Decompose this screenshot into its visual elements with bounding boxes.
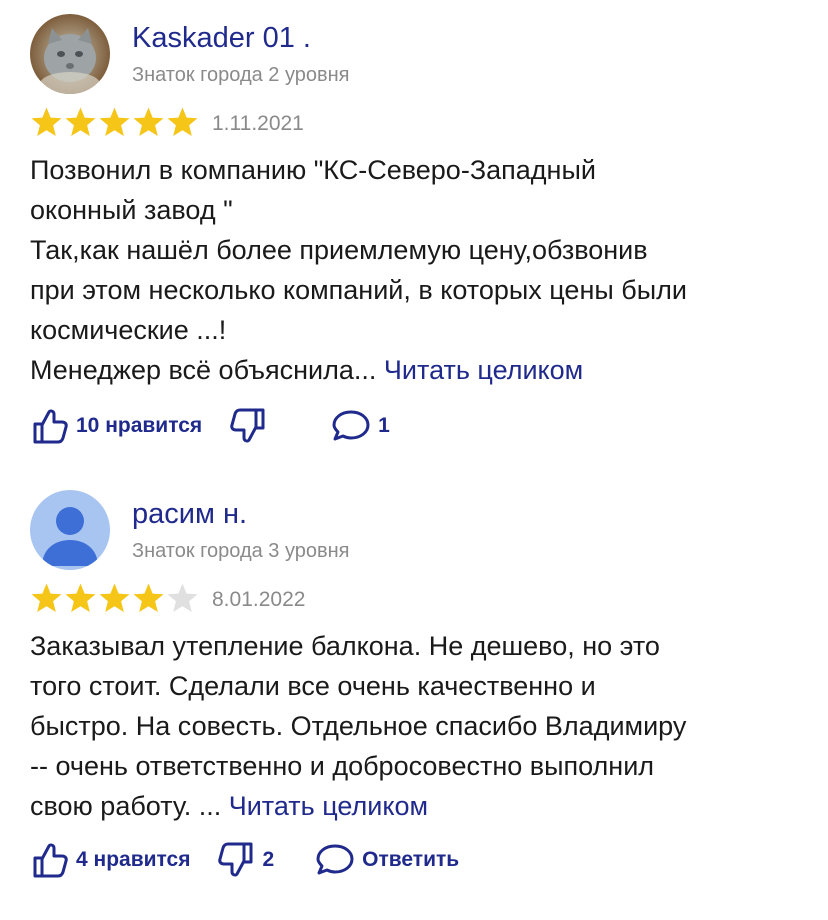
comments-count: 1 — [378, 414, 390, 437]
dislike-button[interactable] — [228, 406, 268, 446]
review-actions: 4 нравится 2 Ответить — [30, 838, 459, 882]
author-level: Знаток города 2 уровня — [132, 64, 350, 86]
thumbs-up-icon — [33, 843, 68, 878]
likes-count: 10 нравится — [76, 414, 203, 437]
review-text-line: Менеджер всё объяснила... Читать целиком — [30, 350, 810, 390]
dislikes-count: 2 — [262, 848, 275, 871]
read-more-link[interactable]: Читать целиком — [384, 355, 583, 385]
review-text-line: быстро. На совесть. Отдельное спасибо Вл… — [30, 711, 687, 741]
comment-bubble-icon — [332, 410, 370, 441]
star-empty-icon — [166, 582, 199, 616]
review-text-line: свою работу. ... Читать целиком — [30, 786, 810, 826]
cat-photo-avatar-icon — [30, 14, 110, 94]
author-name[interactable]: Kaskader 01 . — [132, 22, 311, 55]
star-filled-icon — [30, 582, 63, 616]
reply-label: Ответить — [362, 848, 460, 871]
star-filled-icon — [98, 106, 131, 140]
review-date: 8.01.2022 — [212, 588, 306, 611]
review-text-tail: свою работу. ... — [30, 791, 222, 821]
like-button[interactable]: 4 нравится — [30, 840, 190, 880]
dislike-button[interactable]: 2 — [216, 840, 274, 880]
review-text: Заказывал утепление балкона. Не дешево, … — [30, 626, 810, 826]
star-filled-icon — [132, 106, 165, 140]
avatar[interactable] — [30, 14, 110, 94]
star-filled-icon — [64, 582, 97, 616]
review-actions: 10 нравится 1 — [30, 404, 390, 448]
thumbs-down-icon — [230, 408, 265, 443]
thumbs-up-icon — [33, 409, 68, 444]
star-filled-icon — [30, 106, 63, 140]
review-text-line: того стоит. Сделали все очень качественн… — [30, 671, 596, 701]
reply-button[interactable]: Ответить — [314, 840, 459, 880]
likes-count: 4 нравится — [76, 848, 191, 871]
rating-stars — [30, 582, 199, 618]
rating-stars — [30, 106, 199, 142]
review-text-line: -- очень ответственно и добросовестно вы… — [30, 751, 655, 781]
avatar[interactable] — [30, 490, 110, 570]
read-more-link[interactable]: Читать целиком — [229, 791, 428, 821]
star-filled-icon — [98, 582, 131, 616]
comment-button[interactable]: 1 — [330, 406, 390, 446]
review-text-line: Заказывал утепление балкона. Не дешево, … — [30, 631, 660, 661]
star-filled-icon — [64, 106, 97, 140]
review-date: 1.11.2021 — [212, 112, 304, 135]
star-filled-icon — [166, 106, 199, 140]
review-text-line: Так,как нашёл более приемлемую цену,обзв… — [30, 235, 648, 265]
comment-bubble-icon — [316, 844, 354, 875]
author-name[interactable]: расим н. — [132, 498, 247, 531]
author-level: Знаток города 3 уровня — [132, 540, 350, 562]
like-button[interactable]: 10 нравится — [30, 406, 202, 446]
star-filled-icon — [132, 582, 165, 616]
user-silhouette-avatar-icon — [30, 490, 110, 570]
review-text-line: при этом несколько компаний, в которых ц… — [30, 275, 687, 305]
review-text-line: космические ...! — [30, 315, 227, 345]
review-text: Позвонил в компанию "КС-Северо-Западный … — [30, 150, 810, 390]
review-text-tail: Менеджер всё объяснила... — [30, 355, 377, 385]
review-text-line: Позвонил в компанию "КС-Северо-Западный — [30, 155, 596, 185]
review-text-line: оконный завод " — [30, 195, 233, 225]
thumbs-down-icon — [218, 842, 253, 877]
